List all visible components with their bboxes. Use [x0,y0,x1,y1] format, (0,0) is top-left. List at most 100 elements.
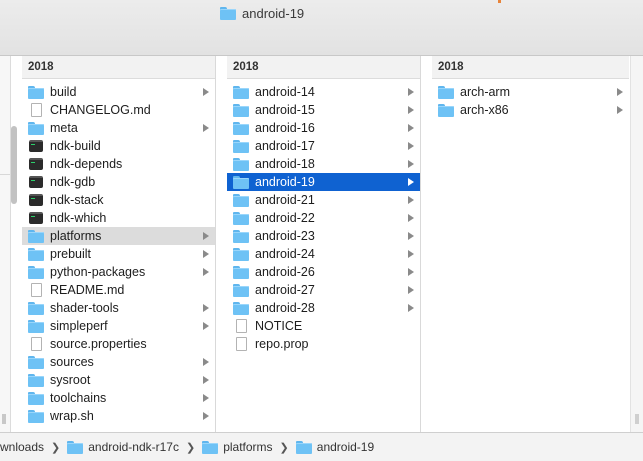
folder-icon [233,157,249,171]
list-item[interactable]: android-22 [227,209,420,227]
folder-icon [202,440,219,454]
disclosure-arrow-icon [203,394,209,402]
list-item[interactable]: android-23 [227,227,420,245]
path-crumb[interactable]: android-ndk-r17c [67,440,179,454]
terminal-exec-icon [29,140,43,152]
list-item[interactable]: android-26 [227,263,420,281]
path-crumb-label: android-ndk-r17c [88,440,179,454]
list-item[interactable]: python-packages [22,263,215,281]
list-item[interactable]: repo.prop [227,335,420,353]
list-item[interactable]: android-17 [227,137,420,155]
disclosure-arrow-icon [203,88,209,96]
disclosure-arrow-icon [408,142,414,150]
previous-column-sliver [0,56,11,432]
list-item[interactable]: android-24 [227,245,420,263]
folder-icon [28,409,44,423]
path-crumb-label: platforms [223,440,273,454]
list-item[interactable]: source.properties [22,335,215,353]
disclosure-arrow-icon [203,124,209,132]
list-item-label: android-28 [255,301,315,315]
list-item-label: build [50,85,77,99]
disclosure-arrow-icon [408,124,414,132]
list-item[interactable]: NOTICE [227,317,420,335]
list-item[interactable]: prebuilt [22,245,215,263]
terminal-exec-icon [29,158,43,170]
folder-icon [233,247,249,261]
list-item[interactable]: android-19 [227,173,420,191]
list-item[interactable]: android-28 [227,299,420,317]
list-item-label: NOTICE [255,319,303,333]
list-item-label: repo.prop [255,337,309,351]
folder-icon [233,193,249,207]
list-item[interactable]: android-16 [227,119,420,137]
list-item[interactable]: ndk-depends [22,155,215,173]
path-crumb[interactable]: wnloads [0,440,44,454]
disclosure-arrow-icon [408,250,414,258]
terminal-exec-icon [29,194,43,206]
list-item[interactable]: sysroot [22,371,215,389]
list-item[interactable]: ndk-stack [22,191,215,209]
disclosure-arrow-icon [203,304,209,312]
list-item-label: android-24 [255,247,315,261]
path-crumb[interactable]: platforms [202,440,273,454]
path-crumb[interactable]: android-19 [295,440,374,454]
folder-icon [28,355,44,369]
list-item[interactable]: android-18 [227,155,420,173]
list-item[interactable]: android-14 [227,83,420,101]
folder-icon [233,265,249,279]
list-item-label: ndk-depends [50,157,123,171]
disclosure-arrow-icon [203,250,209,258]
column-header: 2018 [432,56,629,79]
column-scrollbar[interactable] [11,126,17,204]
document-icon [31,283,42,297]
disclosure-arrow-icon [617,106,623,114]
list-item-label: android-19 [255,175,315,189]
scroll-tick [635,414,639,424]
list-item-label: android-14 [255,85,315,99]
disclosure-arrow-icon [203,358,209,366]
disclosure-arrow-icon [203,232,209,240]
list-item[interactable]: simpleperf [22,317,215,335]
list-item-label: CHANGELOG.md [50,103,151,117]
list-item-label: README.md [50,283,125,297]
list-item[interactable]: ndk-build [22,137,215,155]
chevron-right-icon: ❯ [51,441,61,454]
list-item[interactable]: android-15 [227,101,420,119]
scroll-tick [2,414,6,424]
list-item-label: meta [50,121,78,135]
vertical-scrollbar[interactable] [630,56,643,432]
list-item[interactable]: arch-arm [432,83,629,101]
list-item[interactable]: sources [22,353,215,371]
disclosure-arrow-icon [617,88,623,96]
list-item[interactable]: ndk-gdb [22,173,215,191]
disclosure-arrow-icon [408,232,414,240]
list-item[interactable]: README.md [22,281,215,299]
list-item[interactable]: build [22,83,215,101]
document-icon [31,103,42,117]
window-title: android-19 [220,6,304,21]
list-item-label: sysroot [50,373,91,387]
list-item-label: wrap.sh [50,409,94,423]
document-icon [236,337,247,351]
folder-icon [233,139,249,153]
path-bar: wnloads ❯ android-ndk-r17c ❯ platforms ❯ andro… [0,432,643,461]
folder-icon [28,121,44,135]
list-item[interactable]: ndk-which [22,209,215,227]
path-crumb-label: wnloads [0,440,45,454]
file-list: arch-arm arch-x86 [432,79,629,119]
list-item[interactable]: arch-x86 [432,101,629,119]
folder-icon [28,229,44,243]
list-item[interactable]: android-27 [227,281,420,299]
list-item[interactable]: shader-tools [22,299,215,317]
list-item[interactable]: wrap.sh [22,407,215,425]
list-item[interactable]: CHANGELOG.md [22,101,215,119]
list-item-label: arch-x86 [460,103,509,117]
list-item[interactable]: platforms [22,227,215,245]
list-item-label: shader-tools [50,301,119,315]
list-item[interactable]: toolchains [22,389,215,407]
list-item[interactable]: meta [22,119,215,137]
folder-icon [233,229,249,243]
folder-icon [233,85,249,99]
folder-icon [28,247,44,261]
list-item[interactable]: android-21 [227,191,420,209]
